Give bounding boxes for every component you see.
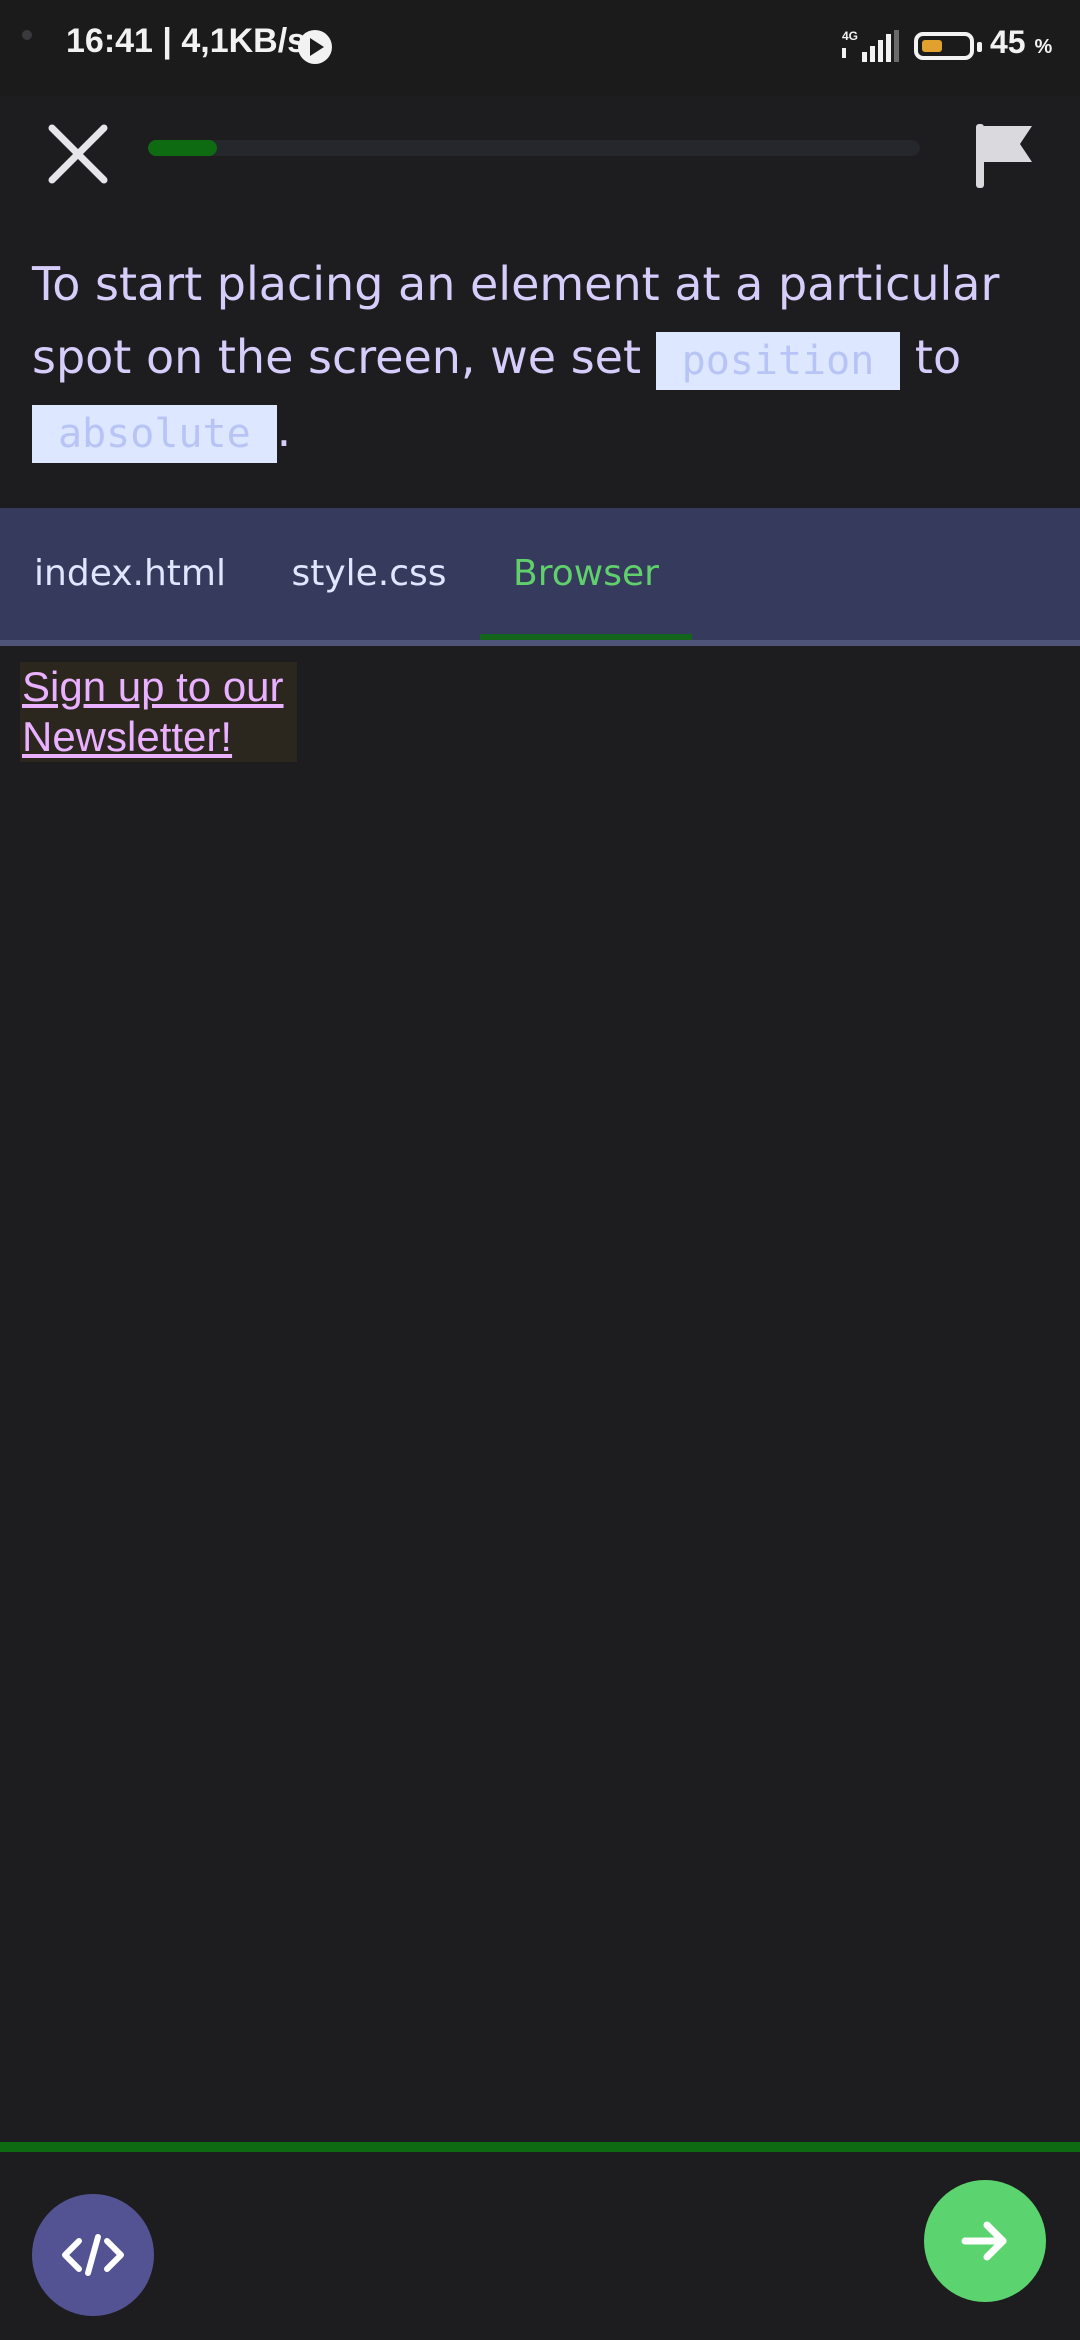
code-snippet-absolute: absolute [32,404,277,463]
status-time: 16:41 | 4,1KB/s [66,22,307,60]
lesson-progress-bar [148,140,920,156]
svg-text:4G: 4G [842,29,858,43]
camera-dot [22,30,32,40]
close-icon[interactable] [40,116,116,192]
code-icon [62,2234,124,2276]
flag-icon[interactable] [964,114,1044,194]
instruction-text-middle: to [900,330,962,384]
status-bar: 16:41 | 4,1KB/s 4G 45 % [0,0,1080,96]
tab-index-html[interactable]: index.html [32,508,228,640]
editor-tabs: index.html style.css Browser [0,508,1080,646]
active-tab-indicator [480,634,692,640]
code-button[interactable] [32,2194,154,2316]
battery-icon [914,32,982,60]
lesson-top-bar [0,96,1080,206]
bottom-divider [0,2142,1080,2152]
instruction-text-after: . [276,403,292,457]
code-snippet-position: position [655,331,901,390]
battery-percent: 45 % [990,24,1053,60]
tab-style-css[interactable]: style.css [288,508,450,640]
browser-preview: Sign up to our Newsletter! [0,646,1080,2140]
play-icon [298,30,332,64]
lesson-instruction: To start placing an element at a particu… [32,248,1052,467]
next-button[interactable] [924,2180,1046,2302]
bottom-bar [0,2152,1080,2340]
arrow-right-icon [961,2221,1007,2261]
signal-icon: 4G [842,29,899,62]
lesson-progress-fill [148,140,218,156]
tab-browser[interactable]: Browser [506,508,666,640]
newsletter-link[interactable]: Sign up to our Newsletter! [20,662,297,762]
